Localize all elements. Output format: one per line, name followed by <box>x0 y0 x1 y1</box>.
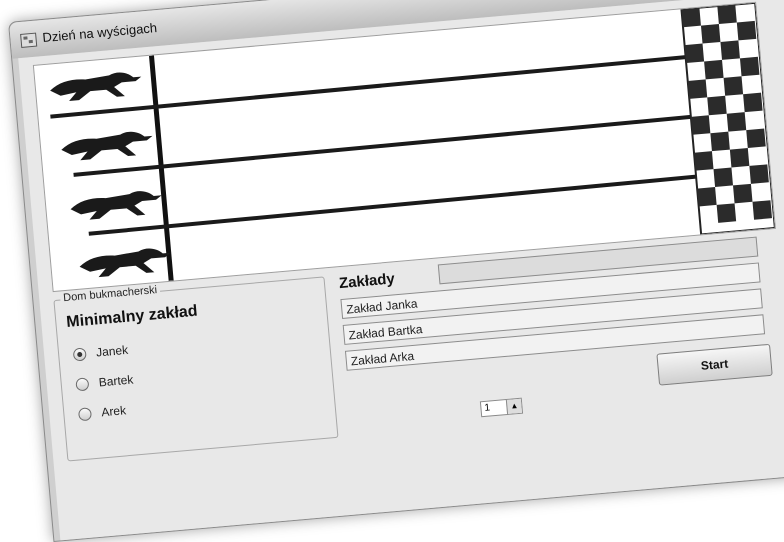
app-window: Dzień na wyścigach — □ x <box>8 0 784 542</box>
client-area: Dom bukmacherski Minimalny zakład Janek … <box>18 0 784 541</box>
min-bet-label: Minimalny zakład <box>65 302 199 332</box>
radio-janek[interactable]: Janek <box>72 342 129 362</box>
window-title: Dzień na wyścigach <box>41 20 158 46</box>
radio-label-arek: Arek <box>100 403 127 420</box>
greyhound-icon <box>61 131 153 161</box>
radio-arek[interactable]: Arek <box>77 403 127 421</box>
spinner-value: 1 <box>484 402 491 414</box>
checkered-flag-icon <box>680 2 775 236</box>
radio-button-bartek[interactable] <box>75 376 90 391</box>
bookmaker-group: Dom bukmacherski Minimalny zakład Janek … <box>53 276 339 462</box>
bets-title: Zakłady <box>338 270 396 293</box>
app-icon <box>20 32 38 48</box>
greyhound-icon <box>70 191 162 220</box>
bet-amount-spinner[interactable]: 1 ▲ <box>479 397 524 418</box>
greyhound-icon <box>79 248 171 278</box>
radio-label-bartek: Bartek <box>98 372 134 390</box>
greyhound-icon <box>50 72 142 101</box>
radio-label-janek: Janek <box>95 342 129 360</box>
lane-line <box>50 55 686 119</box>
spinner-up-icon[interactable]: ▲ <box>505 398 523 414</box>
radio-button-janek[interactable] <box>72 346 87 362</box>
radio-bartek[interactable]: Bartek <box>75 372 134 391</box>
lane-line <box>73 114 692 177</box>
start-button[interactable]: Start <box>656 343 773 386</box>
lane-line <box>88 174 697 236</box>
radio-button-arek[interactable] <box>77 406 92 421</box>
